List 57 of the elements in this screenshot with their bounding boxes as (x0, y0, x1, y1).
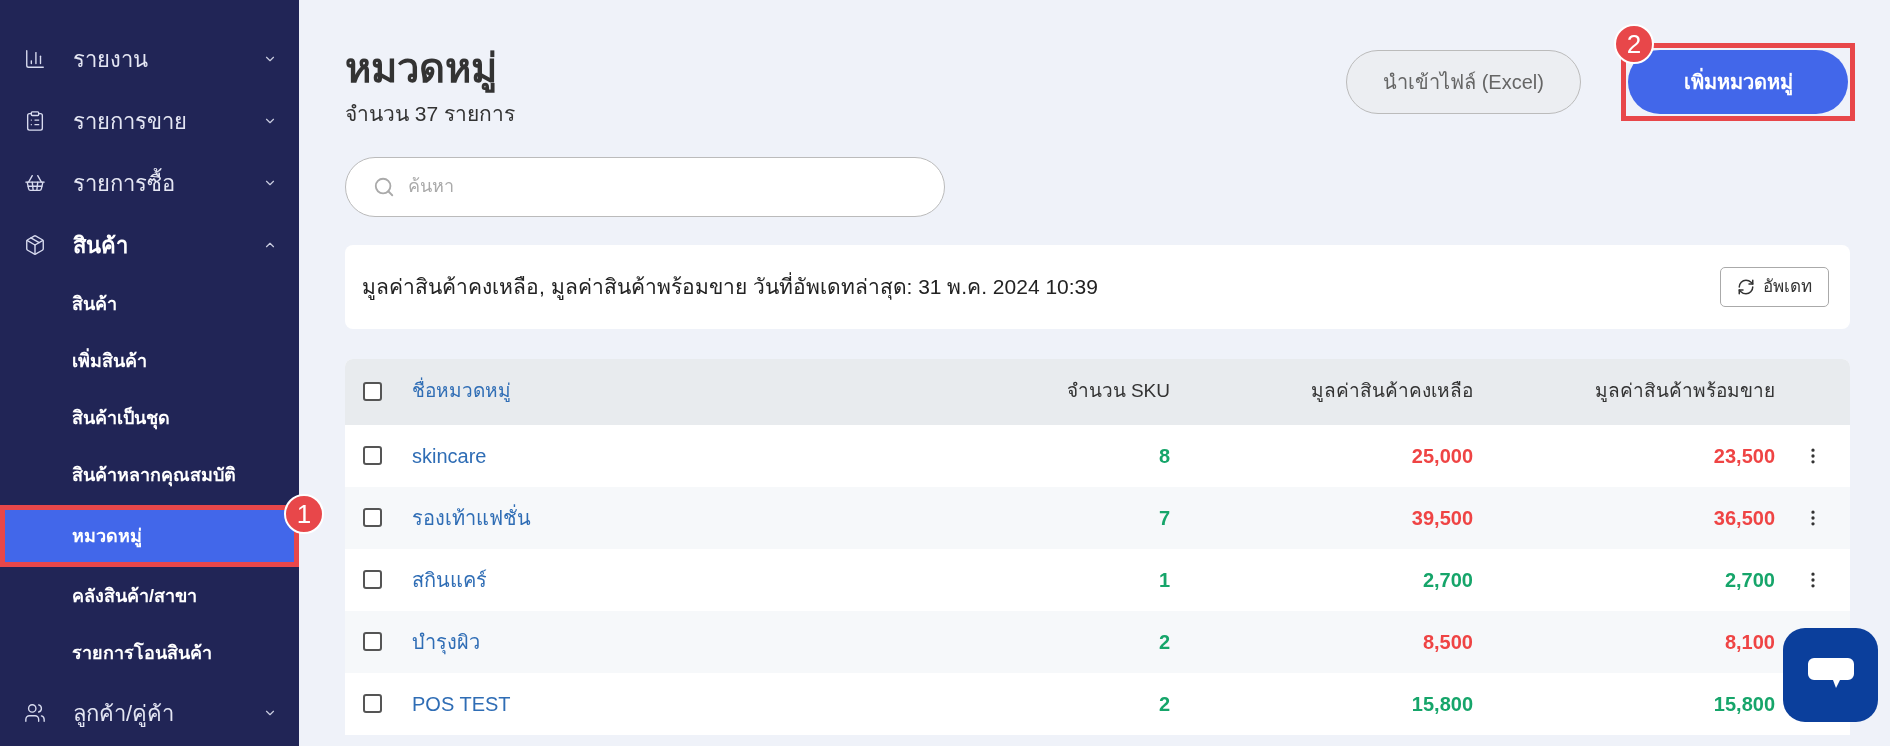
sidebar-subitem[interactable]: หมวดหมู่ (5, 510, 294, 562)
checkbox[interactable] (363, 632, 382, 651)
category-name-link[interactable]: รองเท้าแฟชั่น (412, 502, 970, 533)
table-cell-text: 36,500 (1713, 505, 1775, 531)
section-icon (24, 172, 46, 194)
table-cell-text: 2,700 (1724, 567, 1775, 593)
table-cell-text: 15,800 (1713, 691, 1775, 717)
table-cell-text: 2,700 (1422, 567, 1473, 593)
table-cell-text: 2 (1157, 629, 1170, 655)
checkbox[interactable] (363, 446, 382, 465)
sidebar-subitem[interactable]: คลังสินค้า/สาขา (0, 568, 299, 625)
last-update-text: มูลค่าสินค้าคงเหลือ, มูลค่าสินค้าพร้อมขาย วันที่อัพเดทล่าสุด: 31 พ.ค. 2024 10:39 (362, 271, 1098, 302)
step-number-badge: 2 (1614, 24, 1654, 64)
table-cell-text: 7 (1157, 505, 1170, 531)
section-icon (24, 234, 46, 256)
column-header[interactable]: ชื่อหมวดหมู่ (412, 377, 970, 406)
table-cell-text: 1 (1157, 567, 1170, 593)
table-cell-text: 2 (1157, 691, 1170, 717)
column-header: มูลค่าสินค้าคงเหลือ (1310, 379, 1473, 404)
category-name-link[interactable]: skincare (412, 440, 970, 471)
column-header: มูลค่าสินค้าพร้อมขาย (1594, 379, 1775, 404)
table-cell-text: 15,800 (1411, 691, 1473, 717)
checkbox[interactable] (363, 508, 382, 527)
table-cell-text: 25,000 (1411, 443, 1473, 469)
sidebar-subitem[interactable]: รายการโอนสินค้า (0, 625, 299, 682)
table-cell-text: 8,500 (1422, 629, 1473, 655)
column-header: จำนวน SKU (1065, 379, 1170, 404)
page-title: หมวดหมู่ (345, 40, 516, 96)
section-icon (24, 110, 46, 132)
table-cell-text: 23,500 (1713, 443, 1775, 469)
sidebar-subitem[interactable]: สินค้า (0, 276, 299, 333)
section-icon (24, 702, 46, 724)
sidebar-item[interactable]: รายการขาย (0, 90, 299, 152)
table-cell-text: 39,500 (1411, 505, 1473, 531)
category-name-link[interactable]: POS TEST (412, 688, 970, 719)
chat-button[interactable] (1783, 628, 1878, 722)
import-excel-button[interactable]: นำเข้าไฟล์ (Excel) (1346, 50, 1581, 114)
sidebar-subitem[interactable]: สินค้าเป็นชุด (0, 390, 299, 447)
step-number-badge: 1 (284, 494, 324, 534)
category-name-link[interactable]: สกินแคร์ (412, 564, 970, 595)
table-cell-text: 8,100 (1724, 629, 1775, 655)
sidebar-item[interactable]: รายงาน (0, 28, 299, 90)
checkbox[interactable] (363, 694, 382, 713)
sidebar-item[interactable]: ลูกค้า/คู่ค้า (0, 682, 299, 744)
refresh-button[interactable]: อัพเดท (1720, 266, 1829, 307)
checkbox[interactable] (363, 570, 382, 589)
checkbox[interactable] (363, 382, 382, 401)
refresh-icon (1737, 277, 1755, 296)
category-name-link[interactable]: บำรุงผิว (412, 626, 970, 657)
sidebar-subitem[interactable]: เพิ่มสินค้า (0, 333, 299, 390)
search-field[interactable]: ค้นหา (345, 156, 945, 217)
sidebar-item[interactable]: รายการซื้อ (0, 152, 299, 214)
sidebar-item[interactable]: สินค้า (0, 214, 299, 276)
table-cell-text: 8 (1157, 443, 1170, 469)
item-count: จำนวน 37 รายการ (345, 101, 516, 127)
section-icon (24, 48, 46, 70)
search-icon (373, 175, 395, 198)
